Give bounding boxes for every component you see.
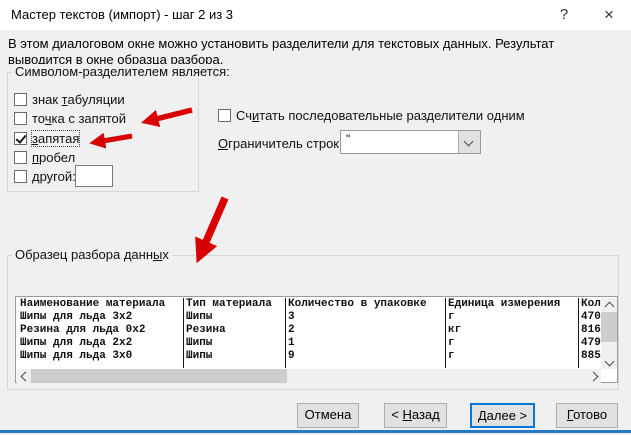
checkbox-comma-delimiter[interactable]: запятая <box>14 131 79 146</box>
chevron-left-icon <box>21 372 31 382</box>
combo-dropdown-button[interactable] <box>458 131 480 153</box>
back-button[interactable]: < Назад <box>384 403 447 428</box>
preview-cell: Наименование материала <box>16 298 182 311</box>
preview-cell: 2 <box>284 324 444 337</box>
checkbox-label: пробел <box>32 150 75 165</box>
finish-button[interactable]: отовоГотово <box>556 403 618 428</box>
chevron-down-icon <box>464 137 474 147</box>
cancel-button[interactable]: Отмена <box>297 403 359 428</box>
preview-cell: Резина для льда 0x2 <box>16 324 182 337</box>
vertical-scroll-thumb[interactable] <box>601 312 617 342</box>
checkbox-box <box>14 112 27 125</box>
checkbox-other-delimiter[interactable]: другой: <box>14 169 76 184</box>
preview-row: Шипы для льда 3x2Шипы3г470 <box>16 311 601 324</box>
checkbox-box <box>14 132 27 145</box>
vertical-scrollbar[interactable] <box>601 298 617 369</box>
checkbox-label: точка с запятой <box>32 111 126 126</box>
chevron-right-icon <box>589 372 599 382</box>
text-qualifier-combobox[interactable]: " <box>340 130 481 154</box>
checkbox-label: знак табуляции <box>32 92 125 107</box>
preview-row: Шипы для льда 2x2Шипы1г479 <box>16 337 601 350</box>
checkbox-tab-delimiter[interactable]: знак табуляции <box>14 92 125 107</box>
help-icon[interactable]: ? <box>552 4 576 26</box>
preview-cell: 816 <box>577 324 601 337</box>
scroll-up-button[interactable] <box>601 298 617 312</box>
column-divider <box>445 298 446 368</box>
checkbox-label: другой: <box>32 169 76 184</box>
text-import-wizard-dialog: Мастер текстов (импорт) - шаг 2 из 3 ? ×… <box>0 0 631 435</box>
data-preview-box[interactable]: Наименование материалаТип материалаКолич… <box>15 296 618 383</box>
text-qualifier-label: Ограничитель строк: <box>218 136 343 151</box>
chevron-up-icon <box>605 302 615 312</box>
text-qualifier-value: " <box>346 132 350 146</box>
preview-cell: 3 <box>284 311 444 324</box>
delimiters-group: Символом-разделителем является: знак таб… <box>7 72 199 192</box>
other-delimiter-input[interactable] <box>75 165 113 187</box>
preview-cell: 1 <box>284 337 444 350</box>
preview-cell: Количество в упаковке <box>284 298 444 311</box>
chevron-down-icon <box>605 357 615 367</box>
preview-table: Наименование материалаТип материалаКолич… <box>16 298 601 368</box>
close-icon[interactable]: × <box>597 4 621 26</box>
preview-cell: Шипы для льда 3x0 <box>16 350 182 363</box>
preview-cell: 9 <box>284 350 444 363</box>
checkbox-space-delimiter[interactable]: пробел <box>14 150 75 165</box>
preview-cell: Шипы для льда 2x2 <box>16 337 182 350</box>
preview-row: Шипы для льда 3x0Шипы9г885 <box>16 350 601 363</box>
scroll-left-button[interactable] <box>17 369 31 383</box>
next-button[interactable]: Далее > <box>470 403 535 428</box>
preview-cell: Единица измерения <box>444 298 577 311</box>
preview-cell: 479 <box>577 337 601 350</box>
horizontal-scrollbar[interactable] <box>17 369 601 383</box>
checkbox-box <box>218 109 231 122</box>
checkbox-box <box>14 151 27 164</box>
scroll-right-button[interactable] <box>587 369 601 383</box>
preview-cell: кг <box>444 324 577 337</box>
checkbox-label: запятая <box>32 131 79 146</box>
title-bar: Мастер текстов (импорт) - шаг 2 из 3 ? × <box>0 0 631 30</box>
preview-cell: Шипы <box>182 337 284 350</box>
preview-cell: 885 <box>577 350 601 363</box>
preview-cell: Резина <box>182 324 284 337</box>
window-bottom-edge <box>0 430 631 433</box>
checkbox-consecutive-delimiters[interactable]: Считать последовательные разделители одн… <box>218 108 525 123</box>
check-icon <box>15 132 26 144</box>
data-preview-legend: Образец разбора данных <box>12 247 172 262</box>
checkbox-box <box>14 93 27 106</box>
horizontal-scroll-thumb[interactable] <box>31 369 287 383</box>
preview-row: Наименование материалаТип материалаКолич… <box>16 298 601 311</box>
preview-cell: г <box>444 350 577 363</box>
preview-cell: г <box>444 337 577 350</box>
column-divider <box>578 298 579 368</box>
data-preview-group: Образец разбора данных Наименование мате… <box>7 255 619 390</box>
column-divider <box>285 298 286 368</box>
preview-cell: Кол <box>577 298 601 311</box>
checkbox-semicolon-delimiter[interactable]: точка с запятой <box>14 111 126 126</box>
preview-cell: Шипы для льда 3x2 <box>16 311 182 324</box>
column-divider <box>183 298 184 368</box>
checkbox-label: Считать последовательные разделители одн… <box>236 108 525 123</box>
preview-cell: 470 <box>577 311 601 324</box>
preview-cell: г <box>444 311 577 324</box>
checkbox-box <box>14 170 27 183</box>
scroll-down-button[interactable] <box>601 355 617 369</box>
preview-cell: Тип материала <box>182 298 284 311</box>
delimiters-group-legend: Символом-разделителем является: <box>12 64 233 79</box>
preview-cell: Шипы <box>182 311 284 324</box>
preview-row: Резина для льда 0x2Резина2кг816 <box>16 324 601 337</box>
dialog-title: Мастер текстов (импорт) - шаг 2 из 3 <box>11 7 233 22</box>
preview-cell: Шипы <box>182 350 284 363</box>
